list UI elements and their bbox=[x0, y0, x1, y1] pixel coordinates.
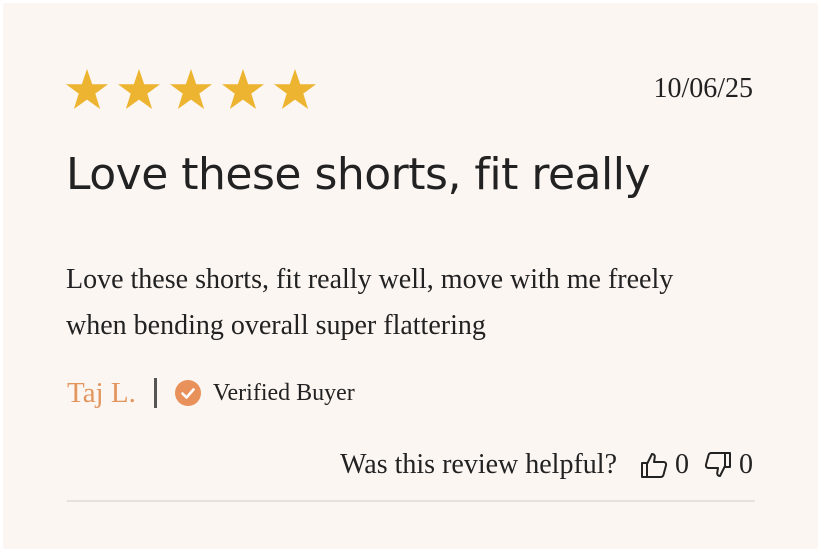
star-icon bbox=[221, 69, 273, 113]
star-icon bbox=[273, 69, 325, 113]
thumbs-down-button[interactable]: 0 bbox=[703, 449, 753, 481]
divider bbox=[153, 378, 157, 408]
thumbs-down-icon bbox=[703, 450, 733, 480]
reviewer-name[interactable]: Taj L. bbox=[67, 377, 136, 410]
star-rating bbox=[65, 69, 325, 113]
review-date: 10/06/25 bbox=[653, 73, 753, 104]
star-icon bbox=[117, 69, 169, 113]
review-body: Love these shorts, fit really well, move… bbox=[66, 264, 674, 341]
reviewer-info: Taj L. Verified Buyer bbox=[67, 375, 355, 411]
review-title: Love these shorts, fit really bbox=[66, 149, 651, 200]
bottom-divider bbox=[67, 500, 755, 502]
check-circle-icon bbox=[174, 380, 201, 406]
review-card: 10/06/25 Love these shorts, fit really L… bbox=[3, 3, 818, 549]
star-icon bbox=[65, 69, 117, 113]
helpful-vote: Was this review helpful? 0 0 bbox=[340, 445, 753, 485]
verified-buyer-badge: Verified Buyer bbox=[212, 379, 355, 406]
thumbs-up-icon bbox=[639, 450, 669, 480]
thumbs-up-count: 0 bbox=[675, 449, 689, 480]
thumbs-down-count: 0 bbox=[739, 449, 753, 480]
thumbs-up-button[interactable]: 0 bbox=[639, 449, 689, 481]
helpful-question: Was this review helpful? bbox=[340, 449, 617, 480]
star-icon bbox=[169, 69, 221, 113]
